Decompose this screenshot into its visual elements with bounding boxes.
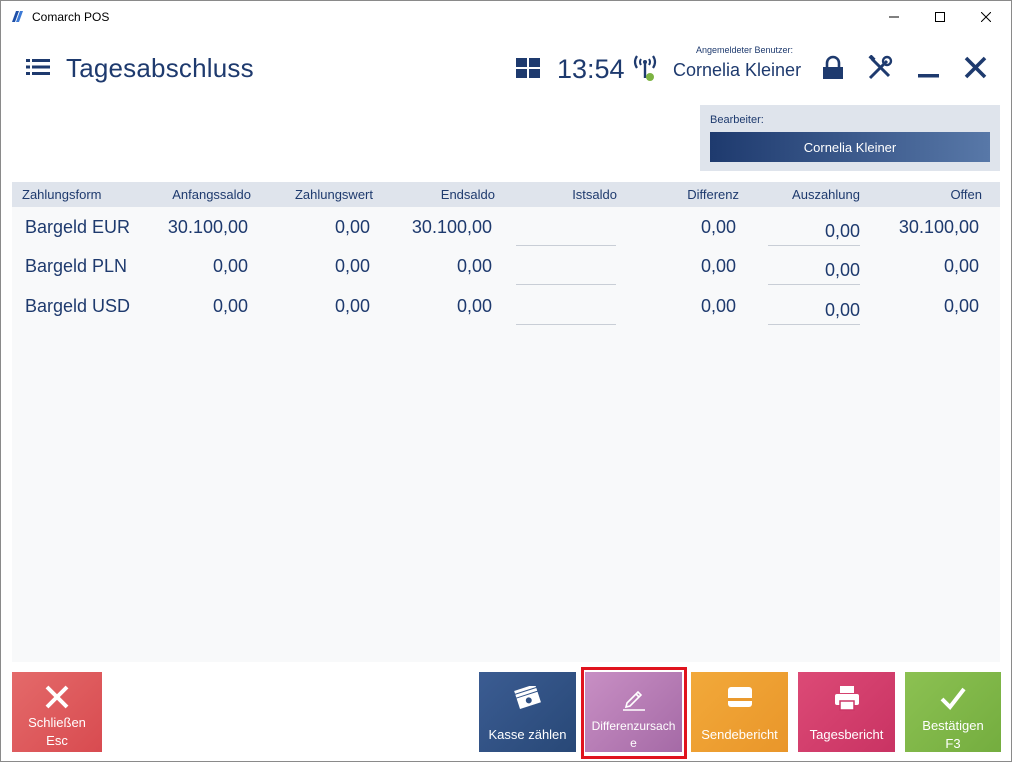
- cell-payment-form: Bargeld PLN: [25, 256, 128, 276]
- menu-icon[interactable]: [26, 57, 50, 77]
- checkmark-icon: [939, 684, 967, 715]
- column-header-start-balance: Anfangssaldo: [172, 187, 251, 202]
- selection-highlight: [581, 667, 687, 759]
- cell-open: 30.100,00: [898, 217, 979, 237]
- page-title: Tagesabschluss: [66, 53, 254, 83]
- column-header-actual-balance: Istsaldo: [572, 187, 617, 202]
- table-row[interactable]: Bargeld EUR 30.100,00 0,00 30.100,00 0,0…: [12, 209, 1000, 249]
- cell-open: 0,00: [943, 296, 979, 316]
- payout-input[interactable]: 0,00: [768, 260, 860, 285]
- cell-payment-value: 0,00: [334, 256, 370, 276]
- cell-difference: 0,00: [700, 217, 736, 237]
- cell-open: 0,00: [943, 256, 979, 276]
- cell-difference: 0,00: [700, 296, 736, 316]
- window-minimize-button[interactable]: [871, 1, 917, 33]
- cash-stack-icon: [513, 684, 542, 713]
- column-header-payment-form: Zahlungsform: [22, 187, 102, 202]
- printer-icon: [833, 684, 861, 715]
- cell-end-balance: 0,00: [456, 296, 492, 316]
- close-icon: [44, 684, 70, 713]
- column-header-end-balance: Endsaldo: [440, 187, 495, 202]
- cell-payment-value: 0,00: [334, 296, 370, 316]
- clock: 13:54: [557, 54, 625, 84]
- closing-table: Zahlungsform Anfangssaldo Zahlungswert E…: [12, 182, 1000, 662]
- count-cash-label: Kasse zählen: [488, 727, 567, 742]
- tiles-icon[interactable]: [516, 58, 540, 78]
- lock-icon[interactable]: [820, 55, 846, 81]
- cell-difference: 0,00: [700, 256, 736, 276]
- window-maximize-button[interactable]: [917, 1, 963, 33]
- cell-end-balance: 0,00: [456, 256, 492, 276]
- confirm-label: Bestätigen: [922, 718, 984, 733]
- comarch-logo-icon: [10, 9, 25, 24]
- send-report-button[interactable]: Sendebericht: [691, 672, 788, 752]
- app-close-icon[interactable]: [963, 55, 989, 81]
- editor-panel: Bearbeiter: Cornelia Kleiner: [700, 105, 1000, 171]
- app-window: Comarch POS Tagesabschluss 13:54 Angemel…: [0, 0, 1012, 762]
- column-header-payout: Auszahlung: [792, 187, 860, 202]
- logged-in-user-name: Cornelia Kleiner: [673, 60, 802, 80]
- table-header: Zahlungsform Anfangssaldo Zahlungswert E…: [12, 182, 1000, 207]
- cell-start-balance: 0,00: [212, 256, 248, 276]
- table-row[interactable]: Bargeld USD 0,00 0,00 0,00 0,00 0,00 0,0…: [12, 288, 1000, 328]
- window-title: Comarch POS: [32, 10, 110, 24]
- window-minimize-icon: [889, 16, 899, 18]
- close-button[interactable]: Schließen Esc: [12, 672, 102, 752]
- actual-balance-input[interactable]: [516, 260, 616, 285]
- cell-payment-form: Bargeld USD: [25, 296, 131, 316]
- payout-input[interactable]: 0,00: [768, 300, 860, 325]
- window-close-button[interactable]: [963, 1, 1009, 33]
- window-close-icon: [981, 12, 991, 22]
- daily-report-label: Tagesbericht: [809, 727, 884, 742]
- column-header-difference: Differenz: [687, 187, 739, 202]
- send-report-label: Sendebericht: [701, 727, 778, 742]
- confirm-shortcut: F3: [945, 736, 961, 751]
- close-button-shortcut: Esc: [46, 733, 68, 748]
- payout-input[interactable]: 0,00: [768, 221, 860, 246]
- tools-icon[interactable]: [867, 54, 893, 81]
- close-button-label: Schließen: [28, 715, 86, 730]
- column-header-payment-value: Zahlungswert: [294, 187, 373, 202]
- cell-start-balance: 0,00: [212, 296, 248, 316]
- editor-select[interactable]: Cornelia Kleiner: [710, 132, 990, 162]
- confirm-button[interactable]: Bestätigen F3: [905, 672, 1001, 752]
- card-icon: [727, 684, 753, 713]
- count-cash-button[interactable]: Kasse zählen: [479, 672, 576, 752]
- editor-label: Bearbeiter:: [710, 114, 764, 126]
- column-header-open: Offen: [950, 187, 982, 202]
- connection-signal-icon[interactable]: [633, 54, 657, 82]
- cell-payment-form: Bargeld EUR: [25, 217, 131, 237]
- table-row[interactable]: Bargeld PLN 0,00 0,00 0,00 0,00 0,00 0,0…: [12, 248, 1000, 288]
- cell-start-balance: 30.100,00: [167, 217, 248, 237]
- actual-balance-input[interactable]: [516, 300, 616, 325]
- logged-in-user-caption: Angemeldeter Benutzer:: [696, 45, 794, 55]
- os-titlebar: Comarch POS: [1, 1, 1011, 33]
- app-minimize-icon[interactable]: [916, 55, 942, 81]
- daily-report-button[interactable]: Tagesbericht: [798, 672, 895, 752]
- cell-payment-value: 0,00: [334, 217, 370, 237]
- actual-balance-input[interactable]: [516, 221, 616, 246]
- window-maximize-icon: [935, 12, 945, 22]
- cell-end-balance: 30.100,00: [411, 217, 492, 237]
